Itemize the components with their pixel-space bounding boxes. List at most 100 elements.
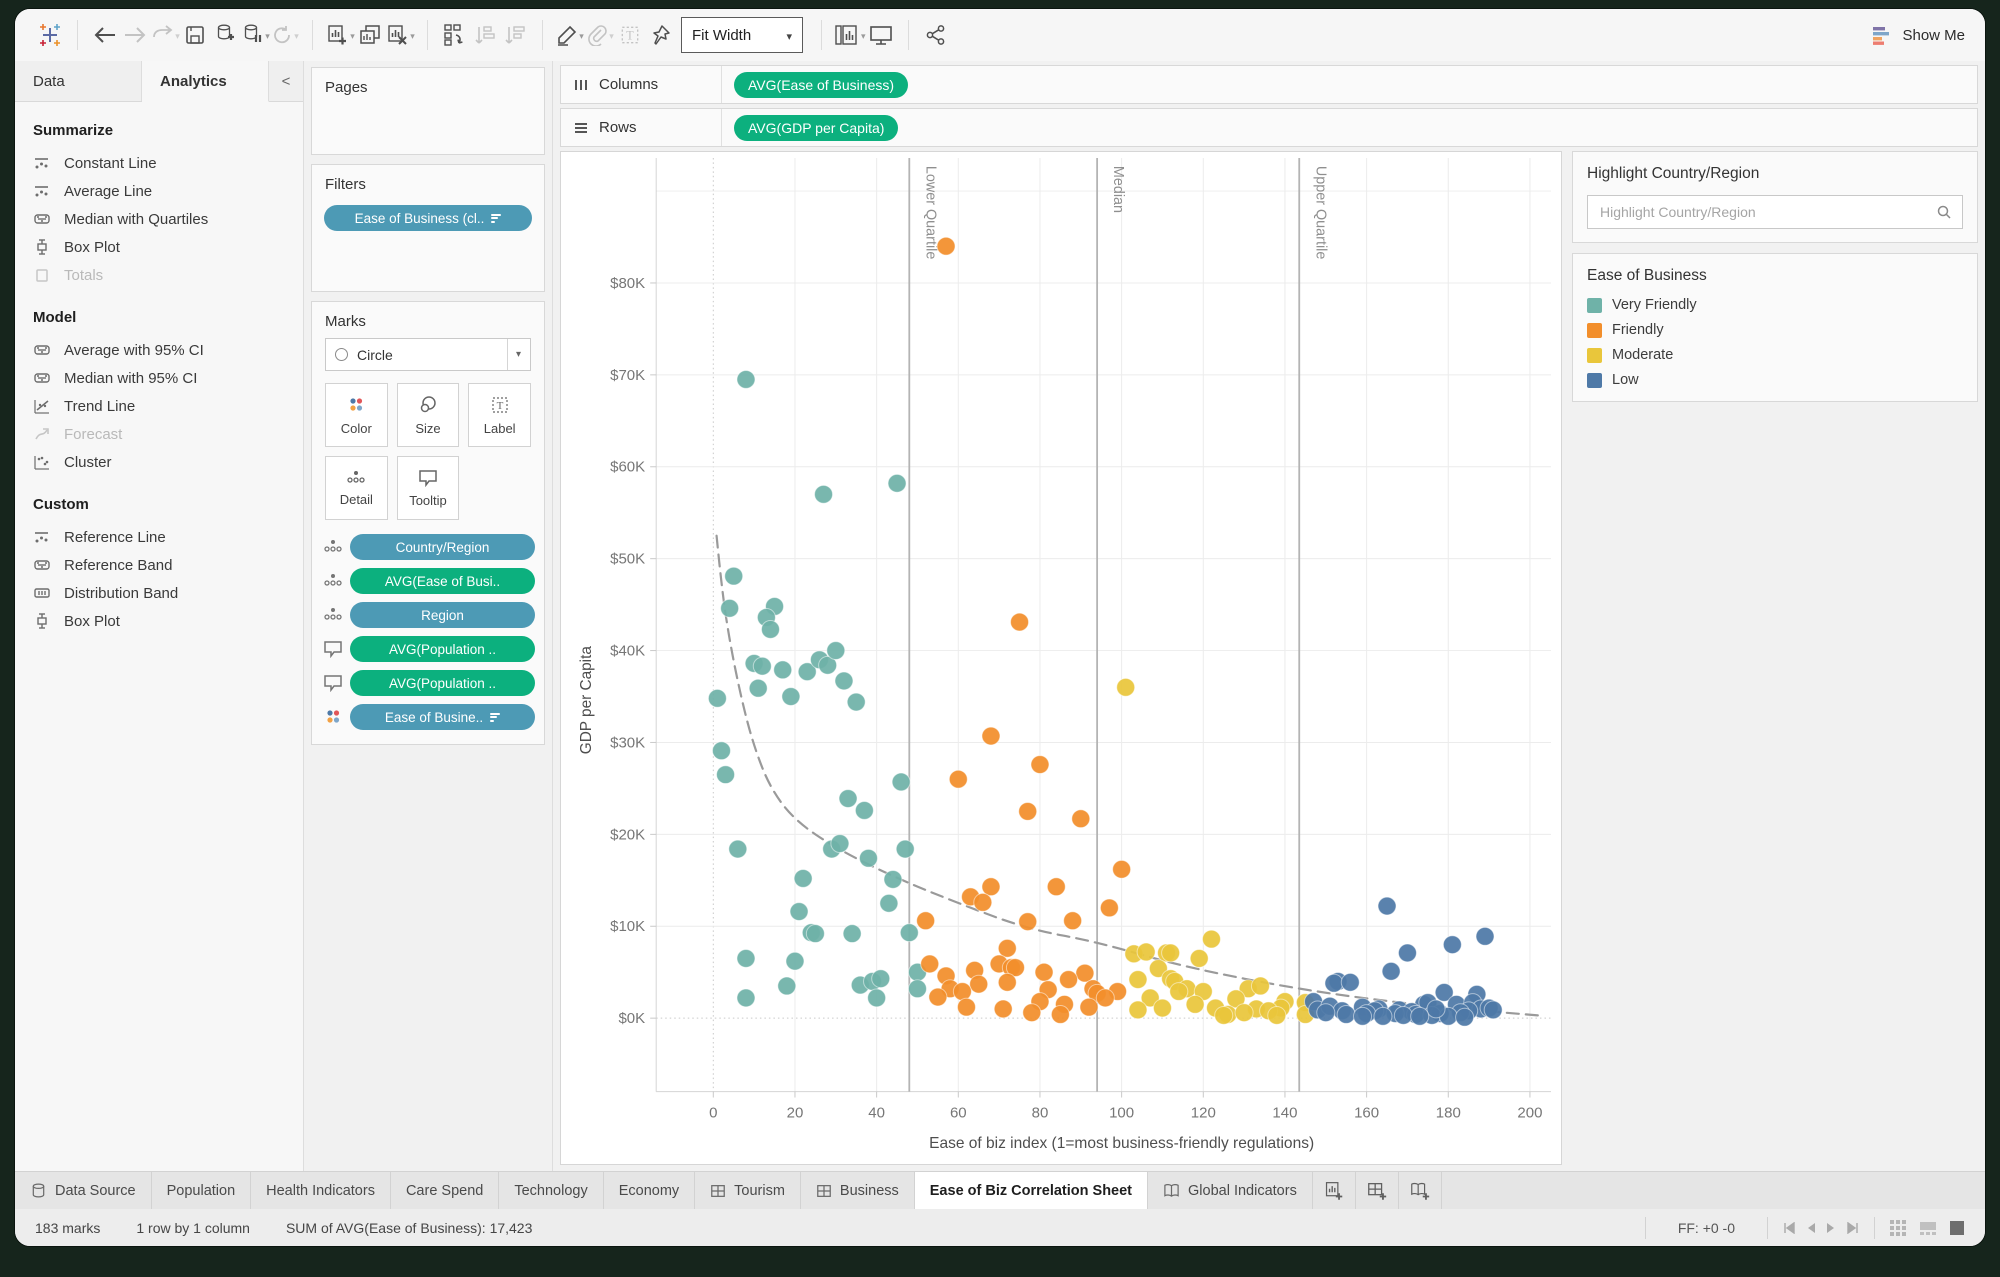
tab-economy[interactable]: Economy [604, 1172, 696, 1209]
analytics-item-constant-line[interactable]: Constant Line [15, 149, 303, 177]
new-worksheet-tab-button[interactable] [1313, 1172, 1356, 1209]
presentation-mode-icon[interactable] [866, 19, 896, 51]
pill-avg-population-2[interactable]: AVG(Population .. [350, 670, 535, 696]
new-story-tab-button[interactable] [1399, 1172, 1442, 1209]
back-icon[interactable] [90, 19, 120, 51]
label-button[interactable]: Label [468, 383, 531, 447]
content-area: Columns AVG(Ease of Business) Rows AVG(G… [553, 61, 1985, 1171]
legend-item-moderate[interactable]: Moderate [1587, 347, 1963, 363]
first-story-point-icon[interactable] [1782, 1221, 1796, 1234]
undo-icon[interactable]: ▾ [150, 19, 180, 51]
legend-swatch [1587, 322, 1602, 338]
pin-icon[interactable] [645, 19, 675, 51]
tab-business[interactable]: Business [801, 1172, 915, 1209]
tab-population[interactable]: Population [152, 1172, 252, 1209]
tableau-logo-icon[interactable] [35, 19, 65, 51]
tab-data[interactable]: Data [15, 61, 142, 101]
text-label-icon[interactable] [615, 19, 645, 51]
tab-data-source[interactable]: Data Source [15, 1172, 152, 1209]
worksheet-canvas[interactable]: $0K $10K $20K $30K $40K $50K $60K $70K $80K 0 20 40… [560, 151, 1562, 1165]
tab-technology[interactable]: Technology [499, 1172, 604, 1209]
columns-shelf[interactable]: Columns AVG(Ease of Business) [560, 65, 1978, 104]
new-sheet-caret[interactable]: ▾ [350, 31, 355, 42]
size-button[interactable]: Size [396, 383, 460, 447]
analytics-item-average-line[interactable]: Average Line [15, 177, 303, 205]
highlight-caret[interactable]: ▾ [579, 31, 584, 42]
tab-tourism[interactable]: Tourism [695, 1172, 801, 1209]
pause-caret[interactable]: ▾ [265, 31, 270, 42]
pill-country-region[interactable]: Country/Region [350, 534, 535, 560]
view-filmstrip-icon[interactable] [1919, 1219, 1937, 1237]
sidebar-collapse-icon[interactable]: < [269, 61, 303, 101]
mark-type-dropdown[interactable]: Circle ▾ [325, 338, 531, 371]
group-caret[interactable]: ▾ [609, 31, 614, 42]
undo-caret[interactable]: ▾ [175, 31, 180, 42]
filters-card[interactable]: Filters Ease of Business (cl.. [311, 164, 545, 292]
pill-region[interactable]: Region [350, 602, 535, 628]
group-paperclip-icon[interactable]: ▾ [585, 19, 615, 51]
color-button[interactable]: Color [325, 383, 388, 447]
pill-avg-ease-of-business[interactable]: AVG(Ease of Busi.. [350, 568, 535, 594]
clear-caret[interactable]: ▾ [410, 31, 415, 42]
analytics-item-box-plot-custom[interactable]: Box Plot [15, 607, 303, 635]
filter-pill-ease-of-business[interactable]: Ease of Business (cl.. [324, 205, 532, 231]
analytics-item-distribution-band[interactable]: Distribution Band [15, 579, 303, 607]
analytics-item-reference-line[interactable]: Reference Line [15, 523, 303, 551]
fit-dropdown[interactable]: Fit Width ▾ [681, 17, 803, 53]
share-icon[interactable] [921, 19, 951, 51]
legend-item-low[interactable]: Low [1587, 372, 1963, 388]
pill-ease-of-business-color[interactable]: Ease of Busine.. [350, 704, 535, 730]
last-story-point-icon[interactable] [1846, 1221, 1860, 1234]
tab-care-spend[interactable]: Care Spend [391, 1172, 500, 1209]
forward-icon[interactable] [120, 19, 150, 51]
scatter-plot[interactable]: $0K $10K $20K $30K $40K $50K $60K $70K $80K 0 20 40… [561, 152, 1561, 1164]
refresh-icon[interactable]: ▾ [270, 19, 300, 51]
legend-item-very-friendly[interactable]: Very Friendly [1587, 297, 1963, 313]
tooltip-button[interactable]: Tooltip [396, 456, 460, 520]
swap-axes-icon[interactable] [440, 19, 470, 51]
pause-updates-icon[interactable]: ▾ [240, 19, 270, 51]
search-icon[interactable] [1936, 204, 1952, 220]
tab-health-indicators[interactable]: Health Indicators [251, 1172, 391, 1209]
sort-descending-icon[interactable] [500, 19, 530, 51]
legend-item-friendly[interactable]: Friendly [1587, 322, 1963, 338]
view-single-icon[interactable] [1949, 1220, 1965, 1236]
analytics-item-trend-line[interactable]: Trend Line [15, 392, 303, 420]
detail-button[interactable]: Detail [325, 456, 388, 520]
circle-icon [335, 348, 348, 361]
rows-pill[interactable]: AVG(GDP per Capita) [734, 114, 899, 141]
new-dashboard-tab-button[interactable] [1356, 1172, 1399, 1209]
highlight-search-input[interactable] [1598, 203, 1936, 221]
next-icon[interactable] [1826, 1222, 1836, 1234]
new-worksheet-icon[interactable]: ▾ [325, 19, 355, 51]
duplicate-sheet-icon[interactable] [355, 19, 385, 51]
analytics-item-reference-band[interactable]: Reference Band [15, 551, 303, 579]
show-hide-cards-icon[interactable]: ▾ [834, 19, 866, 51]
sort-ascending-icon[interactable] [470, 19, 500, 51]
svg-text:100: 100 [1109, 1104, 1134, 1121]
refresh-caret[interactable]: ▾ [294, 31, 299, 42]
new-datasource-icon[interactable] [210, 19, 240, 51]
show-me-button[interactable]: Show Me [1871, 25, 1965, 45]
show-me-label: Show Me [1902, 26, 1965, 44]
status-bar: 183 marks 1 row by 1 column SUM of AVG(E… [15, 1209, 1985, 1246]
pages-card[interactable]: Pages [311, 67, 545, 155]
tab-ease-of-biz-correlation-sheet[interactable]: Ease of Biz Correlation Sheet [914, 1172, 1149, 1209]
view-grid-icon[interactable] [1889, 1219, 1907, 1237]
analytics-item-median-ci[interactable]: Median with 95% CI [15, 364, 303, 392]
highlight-pen-icon[interactable]: ▾ [555, 19, 585, 51]
clear-sheet-icon[interactable]: ▾ [385, 19, 415, 51]
analytics-item-median-quartiles[interactable]: Median with Quartiles [15, 205, 303, 233]
analytics-item-average-ci[interactable]: Average with 95% CI [15, 336, 303, 364]
columns-pill[interactable]: AVG(Ease of Business) [734, 71, 909, 98]
analytics-item-box-plot[interactable]: Box Plot [15, 233, 303, 261]
cards-caret[interactable]: ▾ [861, 31, 866, 42]
pill-avg-population-1[interactable]: AVG(Population .. [350, 636, 535, 662]
previous-icon[interactable] [1806, 1222, 1816, 1234]
tab-global-indicators[interactable]: Global Indicators [1148, 1172, 1313, 1209]
analytics-item-cluster[interactable]: Cluster [15, 448, 303, 476]
rows-shelf[interactable]: Rows AVG(GDP per Capita) [560, 108, 1978, 147]
save-icon[interactable] [180, 19, 210, 51]
tab-analytics[interactable]: Analytics [142, 61, 269, 102]
highlight-search-box[interactable] [1587, 195, 1963, 229]
